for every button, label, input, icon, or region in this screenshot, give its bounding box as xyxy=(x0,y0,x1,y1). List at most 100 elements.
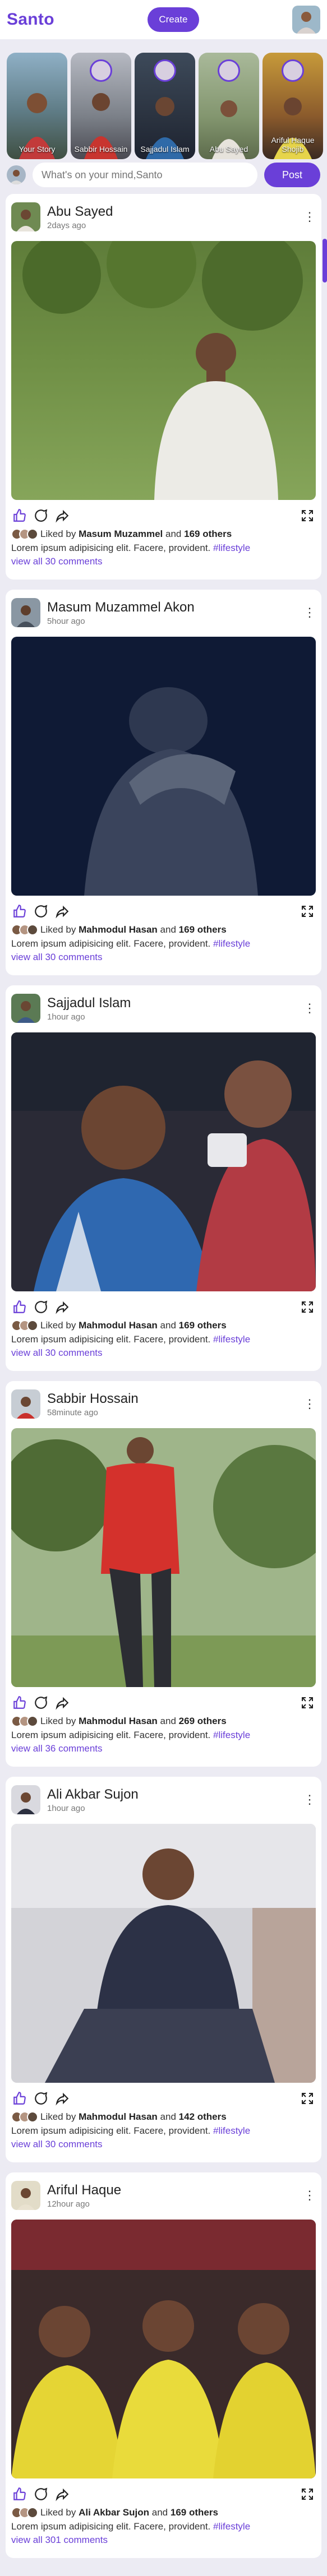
post-time: 5hour ago xyxy=(47,616,85,626)
comment-icon[interactable] xyxy=(33,2090,49,2107)
author-name[interactable]: Abu Sayed xyxy=(47,204,303,220)
liked-others[interactable]: 169 others xyxy=(184,529,232,540)
comment-icon[interactable] xyxy=(33,2486,49,2503)
author-avatar[interactable] xyxy=(11,994,40,1023)
view-comments-link[interactable]: view all 30 comments xyxy=(11,1346,316,1360)
author-name[interactable]: Ariful Haque xyxy=(47,2183,303,2198)
liked-prefix: Liked by xyxy=(40,1320,76,1331)
liked-others[interactable]: 169 others xyxy=(179,1320,227,1331)
scroll-indicator[interactable] xyxy=(323,239,327,282)
post-button[interactable]: Post xyxy=(264,163,320,187)
hashtag-link[interactable]: #lifestyle xyxy=(213,2125,250,2136)
post-card: Ariful Haque 12hour ago ⋮ Liked by Ali A… xyxy=(6,2172,321,2558)
expand-icon[interactable] xyxy=(299,903,316,920)
author-avatar[interactable] xyxy=(11,1389,40,1419)
hashtag-link[interactable]: #lifestyle xyxy=(213,1334,250,1345)
liked-and: and xyxy=(151,2507,168,2518)
story-name: Sabbir Hossain xyxy=(74,145,128,154)
thumbs-up-icon[interactable] xyxy=(11,2090,28,2107)
liked-by-name[interactable]: Mahmodul Hasan xyxy=(79,924,158,935)
hashtag-link[interactable]: #lifestyle xyxy=(213,1730,250,1740)
share-icon[interactable] xyxy=(54,1694,71,1711)
liked-prefix: Liked by xyxy=(40,1716,76,1726)
story-avatar xyxy=(282,59,304,82)
author-avatar[interactable] xyxy=(11,2181,40,2210)
liked-others[interactable]: 142 others xyxy=(179,2111,227,2123)
thumbs-up-icon[interactable] xyxy=(11,2486,28,2503)
author-avatar[interactable] xyxy=(11,1785,40,1814)
expand-icon[interactable] xyxy=(299,1299,316,1315)
more-vertical-icon[interactable]: ⋮ xyxy=(303,1002,316,1014)
more-vertical-icon[interactable]: ⋮ xyxy=(303,1398,316,1410)
story-card[interactable]: Sabbir Hossain xyxy=(71,53,131,159)
liker-avatars xyxy=(11,529,38,540)
thumbs-up-icon[interactable] xyxy=(11,1694,28,1711)
author-name[interactable]: Masum Muzammel Akon xyxy=(47,600,303,615)
liked-others[interactable]: 269 others xyxy=(179,1716,227,1727)
liked-and: and xyxy=(160,924,176,935)
more-vertical-icon[interactable]: ⋮ xyxy=(303,211,316,223)
author-avatar[interactable] xyxy=(11,202,40,231)
liked-others[interactable]: 169 others xyxy=(179,924,227,935)
whats-on-your-mind-input[interactable] xyxy=(33,163,257,187)
story-avatar xyxy=(90,59,112,82)
hashtag-link[interactable]: #lifestyle xyxy=(213,938,250,949)
more-vertical-icon[interactable]: ⋮ xyxy=(303,606,316,619)
liked-others[interactable]: 169 others xyxy=(171,2507,218,2518)
author-name[interactable]: Sajjadul Islam xyxy=(47,995,303,1011)
story-card[interactable]: Ariful Haque Shojib xyxy=(262,53,323,159)
hashtag-link[interactable]: #lifestyle xyxy=(213,543,250,553)
liked-by-name[interactable]: Mahmodul Hasan xyxy=(79,2111,158,2123)
thumbs-up-icon[interactable] xyxy=(11,903,28,920)
post-image[interactable] xyxy=(11,1824,316,2083)
share-icon[interactable] xyxy=(54,2486,71,2503)
liked-by-name[interactable]: Masum Muzammel xyxy=(79,529,163,540)
create-button[interactable]: Create xyxy=(147,7,199,32)
share-icon[interactable] xyxy=(54,1299,71,1315)
brand-logo[interactable]: Santo xyxy=(7,10,54,29)
post-card: Sabbir Hossain 58minute ago ⋮ Liked by M… xyxy=(6,1381,321,1767)
view-comments-link[interactable]: view all 30 comments xyxy=(11,555,316,568)
caption-text: Lorem ipsum adipisicing elit. Facere, pr… xyxy=(11,1334,211,1345)
share-icon[interactable] xyxy=(54,2090,71,2107)
post-image[interactable] xyxy=(11,1032,316,1291)
liked-prefix: Liked by xyxy=(40,924,76,935)
post-image[interactable] xyxy=(11,2220,316,2478)
post-time: 58minute ago xyxy=(47,1407,98,1417)
story-name: Sajjadul Islam xyxy=(140,145,190,154)
comment-icon[interactable] xyxy=(33,507,49,524)
expand-icon[interactable] xyxy=(299,2486,316,2503)
likes-summary: Liked by Mahmodul Hasan and 169 others xyxy=(11,923,316,937)
liked-by-name[interactable]: Ali Akbar Sujon xyxy=(79,2507,149,2518)
author-avatar[interactable] xyxy=(11,598,40,627)
comment-icon[interactable] xyxy=(33,903,49,920)
post-image[interactable] xyxy=(11,637,316,896)
more-vertical-icon[interactable]: ⋮ xyxy=(303,1794,316,1806)
thumbs-up-icon[interactable] xyxy=(11,1299,28,1315)
view-comments-link[interactable]: view all 36 comments xyxy=(11,1742,316,1755)
view-comments-link[interactable]: view all 30 comments xyxy=(11,951,316,964)
story-card[interactable]: Abu Sayed xyxy=(199,53,259,159)
story-card[interactable]: Sajjadul Islam xyxy=(135,53,195,159)
view-comments-link[interactable]: view all 30 comments xyxy=(11,2138,316,2151)
more-vertical-icon[interactable]: ⋮ xyxy=(303,2189,316,2202)
post-image[interactable] xyxy=(11,1428,316,1687)
liked-by-name[interactable]: Mahmodul Hasan xyxy=(79,1320,158,1331)
comment-icon[interactable] xyxy=(33,1694,49,1711)
expand-icon[interactable] xyxy=(299,2090,316,2107)
view-comments-link[interactable]: view all 301 comments xyxy=(11,2533,316,2547)
hashtag-link[interactable]: #lifestyle xyxy=(213,2521,250,2532)
share-icon[interactable] xyxy=(54,903,71,920)
author-name[interactable]: Ali Akbar Sujon xyxy=(47,1787,303,1803)
story-card[interactable]: Your Story xyxy=(7,53,67,159)
liked-by-name[interactable]: Mahmodul Hasan xyxy=(79,1716,158,1727)
share-icon[interactable] xyxy=(54,507,71,524)
thumbs-up-icon[interactable] xyxy=(11,507,28,524)
expand-icon[interactable] xyxy=(299,1694,316,1711)
post-card: Masum Muzammel Akon 5hour ago ⋮ Liked by… xyxy=(6,590,321,975)
profile-avatar[interactable] xyxy=(292,6,320,34)
post-image[interactable] xyxy=(11,241,316,500)
comment-icon[interactable] xyxy=(33,1299,49,1315)
author-name[interactable]: Sabbir Hossain xyxy=(47,1391,303,1407)
expand-icon[interactable] xyxy=(299,507,316,524)
